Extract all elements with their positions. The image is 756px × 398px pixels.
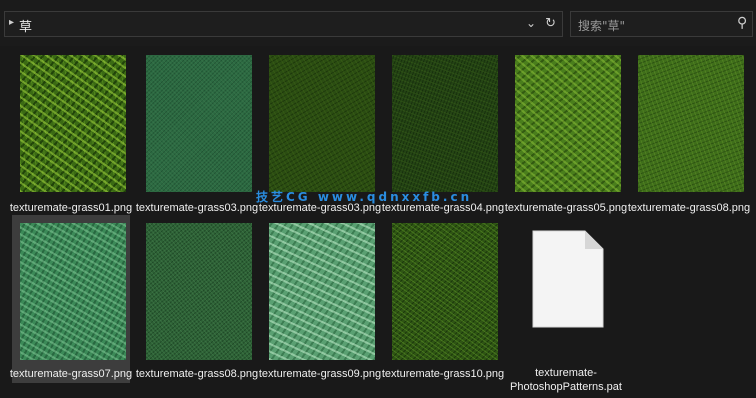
file-item[interactable]: texturemate-grass04.png (382, 55, 504, 214)
file-item[interactable]: texturemate-grass01.png (10, 55, 132, 214)
file-name: texturemate-grass07.png (9, 368, 133, 380)
address-bar[interactable]: ▸ 草 ⌄ ↻ (4, 11, 563, 37)
file-name: texturemate-grass03.png (135, 202, 259, 214)
file-name: texturemate-grass08.png (627, 202, 751, 214)
file-name: texturemate-grass09.png (258, 368, 382, 380)
document-icon (532, 230, 604, 328)
file-thumbnail (392, 223, 498, 360)
search-placeholder: 搜索"草" (578, 19, 626, 33)
refresh-icon[interactable]: ↻ (545, 15, 556, 31)
file-item[interactable]: texturemate-grass03.png (136, 55, 258, 214)
file-thumbnail (146, 55, 252, 192)
file-thumbnail (20, 223, 126, 360)
toolbar: ▸ 草 ⌄ ↻ 搜索"草" ⚲ (0, 0, 756, 46)
file-thumbnail (146, 223, 252, 360)
file-name: texturemate-grass08.png (135, 368, 259, 380)
file-item[interactable]: texturemate-grass05.png (505, 55, 627, 214)
file-name: texturemate-grass01.png (9, 202, 133, 214)
file-thumbnail (638, 55, 744, 192)
file-thumbnail (269, 223, 375, 360)
file-item[interactable]: texturemate-PhotoshopPatterns.pat (507, 215, 625, 393)
file-thumbnail (20, 55, 126, 192)
watermark: 技艺CG www.qdnxxfb.cn (256, 190, 473, 204)
chevron-down-icon[interactable]: ⌄ (526, 16, 536, 30)
file-item[interactable]: texturemate-grass08.png (136, 215, 258, 383)
file-thumbnail (392, 55, 498, 192)
file-item-selected[interactable]: texturemate-grass07.png (10, 215, 132, 383)
search-icon[interactable]: ⚲ (737, 14, 747, 31)
breadcrumb-folder[interactable]: 草 (19, 16, 32, 35)
file-thumbnail (269, 55, 375, 192)
file-name: texturemate-grass05.png (504, 202, 628, 214)
file-name: texturemate-PhotoshopPatterns.pat (510, 367, 622, 393)
file-thumbnail (515, 55, 621, 192)
file-item[interactable]: texturemate-grass03.png (259, 55, 381, 214)
file-item[interactable]: texturemate-grass10.png (382, 215, 504, 383)
file-item[interactable]: texturemate-grass08.png (628, 55, 750, 214)
chevron-right-icon[interactable]: ▸ (9, 17, 14, 28)
file-name: texturemate-grass10.png (381, 368, 505, 380)
file-item[interactable]: texturemate-grass09.png (259, 215, 381, 383)
search-input[interactable]: 搜索"草" ⚲ (570, 11, 753, 37)
